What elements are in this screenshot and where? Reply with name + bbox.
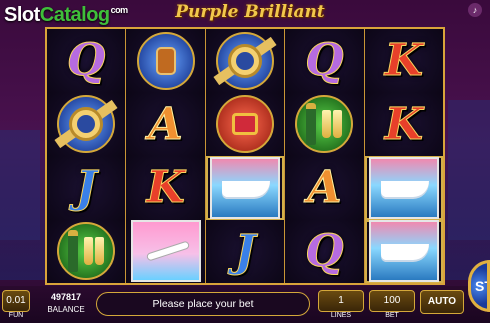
reel-cell <box>126 219 205 283</box>
fun-label: FUN <box>8 312 24 319</box>
reel-cell <box>205 92 285 156</box>
reel-cell: A <box>285 156 364 220</box>
champagne-symbol <box>295 95 354 154</box>
reel-cell <box>205 156 285 220</box>
reel-cell <box>47 219 126 283</box>
letter-symbol: K <box>146 162 185 214</box>
letter-symbol: K <box>384 35 423 87</box>
letter-symbol: Q <box>67 35 106 87</box>
reel-cell <box>364 219 444 283</box>
lines-value[interactable]: 1 <box>318 290 364 312</box>
reel-5: KK <box>364 29 444 283</box>
letter-symbol: J <box>234 225 256 277</box>
reel-cell: K <box>126 156 205 220</box>
champagne-symbol <box>57 222 116 281</box>
reel-cell: Q <box>285 219 364 283</box>
reel-cell: J <box>47 156 126 220</box>
watch-symbol <box>54 95 118 154</box>
reel-cell: Q <box>47 29 126 93</box>
fun-value[interactable]: 0.01 <box>2 290 30 312</box>
letter-symbol: Q <box>305 35 344 87</box>
reel-4: QAQ <box>285 29 365 283</box>
reel-3: J <box>205 29 286 283</box>
cognac-symbol <box>136 31 195 90</box>
reel-1: QJ <box>47 29 127 283</box>
reel-cell: A <box>126 92 205 156</box>
letter-symbol: A <box>148 98 183 150</box>
ring-symbol <box>216 95 275 154</box>
slotcatalog-logo: SlotCatalogcom <box>4 4 128 27</box>
yacht-symbol <box>368 220 439 283</box>
plane-symbol <box>130 220 201 283</box>
reel-cell <box>47 92 126 156</box>
reel-cell: K <box>364 29 444 93</box>
reel-cell: J <box>205 219 285 283</box>
logo-suffix: com <box>110 5 129 16</box>
letter-symbol: Q <box>305 225 344 277</box>
game-title: Purple Brilliant <box>175 2 325 22</box>
watch-symbol <box>213 31 277 90</box>
reel-cell <box>285 92 364 156</box>
balance-label: BALANCE <box>47 305 85 314</box>
reels-grid: QJAKJQAQKK <box>45 27 445 285</box>
reel-cell <box>126 29 205 93</box>
logo-main: Slot <box>4 4 40 26</box>
speaker-icon[interactable]: ♪ <box>468 3 482 17</box>
reel-cell <box>205 29 285 93</box>
balance-value: 497817 <box>50 292 82 302</box>
yacht-symbol <box>210 156 281 219</box>
yacht-symbol <box>368 156 439 219</box>
reel-cell: Q <box>285 29 364 93</box>
reel-cell <box>364 156 444 220</box>
logo-accent: Catalog <box>39 4 110 26</box>
letter-symbol: K <box>384 98 423 150</box>
bet-label: BET <box>385 312 399 319</box>
reel-2: AK <box>126 29 206 283</box>
lines-label: LINES <box>330 312 352 319</box>
reel-cell: K <box>364 92 444 156</box>
bet-value[interactable]: 100 <box>369 290 415 312</box>
auto-button[interactable]: AUTO <box>420 290 464 314</box>
letter-symbol: J <box>75 162 97 214</box>
status-message: Please place your bet <box>96 292 310 316</box>
letter-symbol: A <box>307 162 342 214</box>
